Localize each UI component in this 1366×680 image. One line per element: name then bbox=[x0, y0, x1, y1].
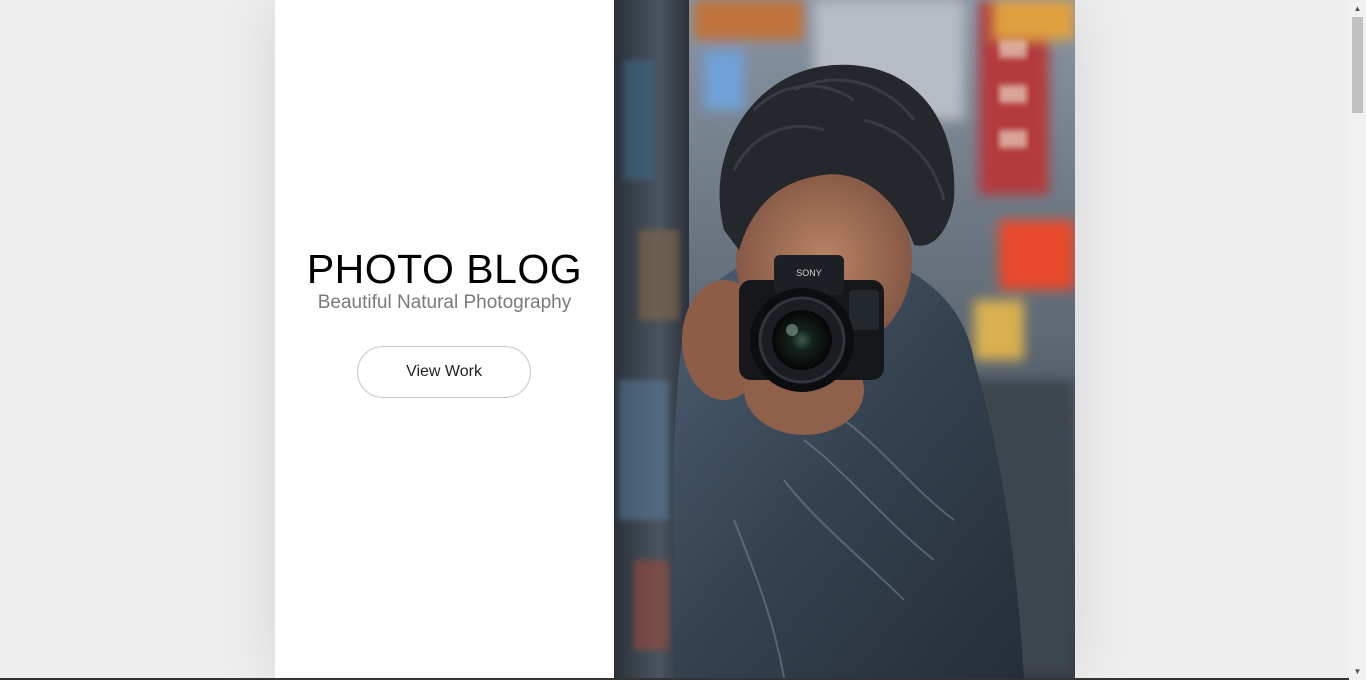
scroll-thumb[interactable] bbox=[1352, 17, 1363, 113]
photographer-image: SONY bbox=[614, 0, 1075, 678]
page-subtitle: Beautiful Natural Photography bbox=[317, 292, 572, 313]
triangle-down-icon[interactable]: ▼ bbox=[1349, 663, 1366, 680]
hero-heading-group: PHOTO BLOG Beautiful Natural Photography bbox=[275, 246, 614, 314]
hero-card: PHOTO BLOG Beautiful Natural Photography… bbox=[275, 0, 1075, 678]
hero-text-panel: PHOTO BLOG Beautiful Natural Photography… bbox=[275, 0, 614, 678]
camera-brand-label: SONY bbox=[796, 268, 822, 278]
triangle-up-icon[interactable]: ▲ bbox=[1349, 0, 1366, 17]
page: PHOTO BLOG Beautiful Natural Photography… bbox=[0, 0, 1366, 680]
hero-photo: SONY bbox=[614, 0, 1075, 678]
page-title: PHOTO BLOG bbox=[306, 246, 583, 292]
page-scrollbar[interactable]: ▲ ▼ bbox=[1349, 0, 1366, 680]
view-work-button[interactable]: View Work bbox=[357, 346, 531, 398]
